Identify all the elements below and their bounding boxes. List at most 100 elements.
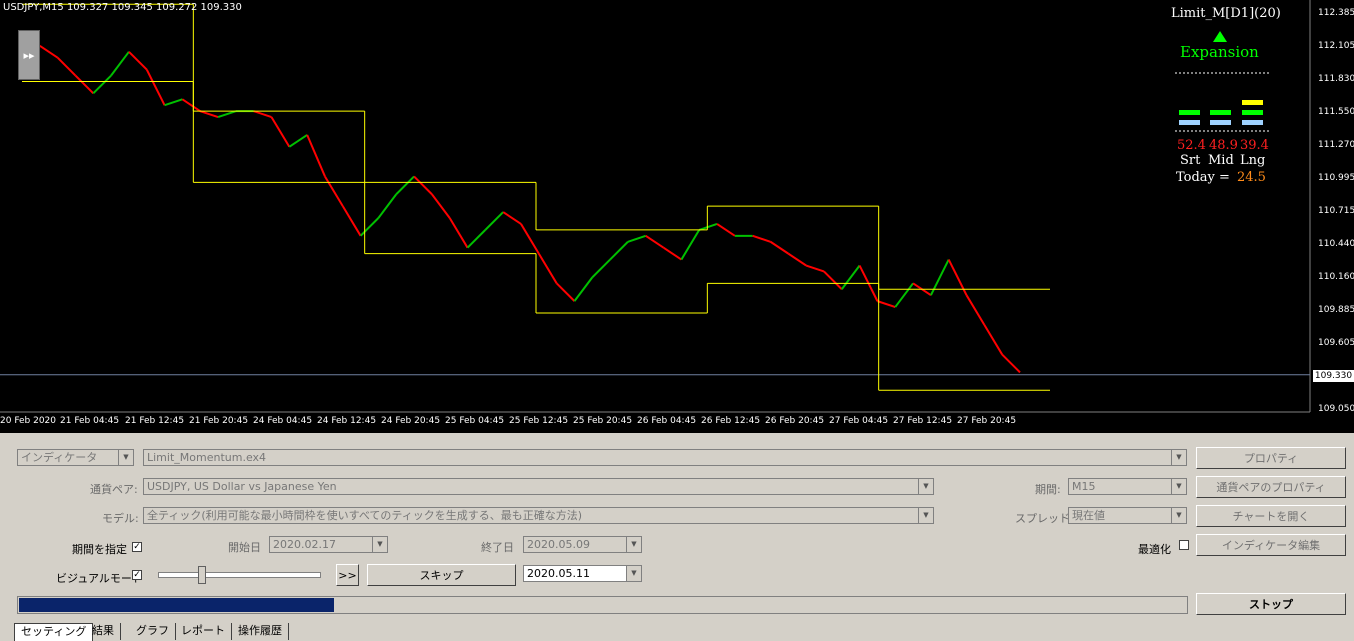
price-segment [698,223,718,231]
chevron-down-icon[interactable]: ▼ [1171,450,1186,465]
fast-forward-icon[interactable]: ▸▸ [18,30,40,80]
indicator-bar [1210,110,1231,115]
time-tick: 24 Feb 12:45 [317,416,377,426]
indicator-bar [1179,120,1200,125]
time-tick: 20 Feb 2020 [0,416,57,426]
price-tick: 112.105 [1318,41,1354,51]
price-segment [92,74,112,95]
model-select[interactable]: 全ティック(利用可能な最小時間枠を使いすべてのティックを生成する、最も正確な方法… [143,507,934,524]
price-tick: 110.160 [1318,272,1354,282]
tab-graph[interactable]: グラフ [130,623,176,640]
price-tick: 109.050 [1318,404,1354,414]
speed-slider-track[interactable] [158,572,321,578]
file-select-value: Limit_Momentum.ex4 [147,451,267,464]
optimize-checkbox[interactable] [1179,540,1189,550]
time-tick: 24 Feb 20:45 [381,416,441,426]
price-segment [39,45,59,59]
price-segment [609,241,629,261]
tab-journal[interactable]: 操作履歴 [232,623,289,640]
price-segment [823,270,843,290]
up-triangle-icon [1213,31,1227,42]
price-chart[interactable]: USDJPY,M15 109.327 109.345 109.272 109.3… [0,0,1354,433]
price-segment [965,294,986,326]
properties-button[interactable]: プロパティ [1196,447,1346,469]
indicator-title: Limit_M[D1](20) [1171,6,1281,21]
indicator-value-mid: 48.9 [1209,138,1238,153]
period-select[interactable]: M15 ▼ [1068,478,1187,495]
indicator-bar [1242,110,1263,115]
speed-slider-thumb[interactable] [198,566,206,584]
start-date-label: 開始日 [228,541,261,554]
start-date-field[interactable]: 2020.02.17 ▼ [269,536,388,553]
chevron-down-icon[interactable]: ▼ [372,537,387,552]
model-select-value: 全ティック(利用可能な最小時間枠を使いすべてのティックを生成する、最も正確な方法… [147,509,583,522]
price-segment [555,282,576,302]
skip-date-field[interactable]: 2020.05.11 ▼ [523,565,642,582]
chevron-down-icon[interactable]: ▼ [918,508,933,523]
fast-forward-button[interactable]: >> [336,564,359,586]
tab-report[interactable]: レポート [175,623,232,640]
tab-settings[interactable]: セッティング [14,623,94,641]
end-date-field[interactable]: 2020.05.09 ▼ [523,536,642,553]
price-segment [680,229,701,261]
progress-bar [17,596,1188,614]
chevron-down-icon[interactable]: ▼ [1171,508,1186,523]
skip-button[interactable]: スキップ [367,564,516,586]
time-tick: 21 Feb 04:45 [60,416,120,426]
chevron-down-icon[interactable]: ▼ [918,479,933,494]
price-segment [270,116,291,148]
indicator-label-srt: Srt [1180,153,1201,168]
file-select[interactable]: Limit_Momentum.ex4 ▼ [143,449,1187,466]
pair-select[interactable]: USDJPY, US Dollar vs Japanese Yen ▼ [143,478,934,495]
price-segment [431,193,451,219]
use-date-checkbox[interactable]: ✓ [132,542,142,552]
chart-canvas [0,0,1311,413]
price-segment [752,234,771,243]
pair-label: 通貨ペア: [90,483,138,496]
indicator-value-lng: 39.4 [1240,138,1269,153]
price-tick: 110.440 [1318,239,1354,249]
open-chart-button[interactable]: チャートを開く [1196,505,1346,527]
chevron-down-icon[interactable]: ▼ [626,566,641,581]
pair-properties-button[interactable]: 通貨ペアのプロパティ [1196,476,1346,498]
tab-results[interactable]: 結果 [86,623,121,640]
edit-indicator-button[interactable]: インディケータ編集 [1196,534,1346,556]
price-tick: 111.830 [1318,74,1354,84]
chevron-down-icon[interactable]: ▼ [626,537,641,552]
price-segment [395,175,415,195]
price-segment [253,110,272,119]
period-label: 期間: [1035,483,1061,496]
type-select[interactable]: インディケータ ▼ [17,449,134,466]
price-segment [324,175,344,207]
strategy-tester-panel: インディケータ ▼ Limit_Momentum.ex4 ▼ プロパティ 通貨ペア:… [0,433,1354,641]
price-segment [466,229,487,249]
pair-select-value: USDJPY, US Dollar vs Japanese Yen [147,480,337,493]
model-label: モデル: [102,512,139,525]
today-value: 24.5 [1237,170,1266,185]
stop-button[interactable]: ストップ [1196,593,1346,615]
price-segment [877,300,896,309]
price-segment [128,51,148,71]
price-tick: 110.995 [1318,173,1354,183]
price-segment [306,134,326,177]
price-segment [537,253,558,284]
price-segment [502,211,522,225]
price-segment [787,252,807,267]
time-tick: 27 Feb 20:45 [957,416,1017,426]
price-segment [663,246,682,261]
visual-mode-label: ビジュアルモード [56,572,143,585]
chevron-down-icon[interactable]: ▼ [118,450,133,465]
time-tick: 26 Feb 04:45 [637,416,697,426]
spread-select-value: 現在値 [1072,509,1105,522]
indicator-label-lng: Lng [1240,153,1266,168]
time-tick: 21 Feb 20:45 [189,416,249,426]
optimize-label: 最適化 [1138,543,1171,556]
time-tick: 26 Feb 12:45 [701,416,761,426]
price-segment [217,110,237,119]
price-segment [377,193,398,219]
chevron-down-icon[interactable]: ▼ [1171,479,1186,494]
spread-select[interactable]: 現在値 ▼ [1068,507,1187,524]
visual-mode-checkbox[interactable]: ✓ [132,570,142,580]
price-tick: 112.385 [1318,8,1354,18]
end-date-value: 2020.05.09 [527,538,590,551]
